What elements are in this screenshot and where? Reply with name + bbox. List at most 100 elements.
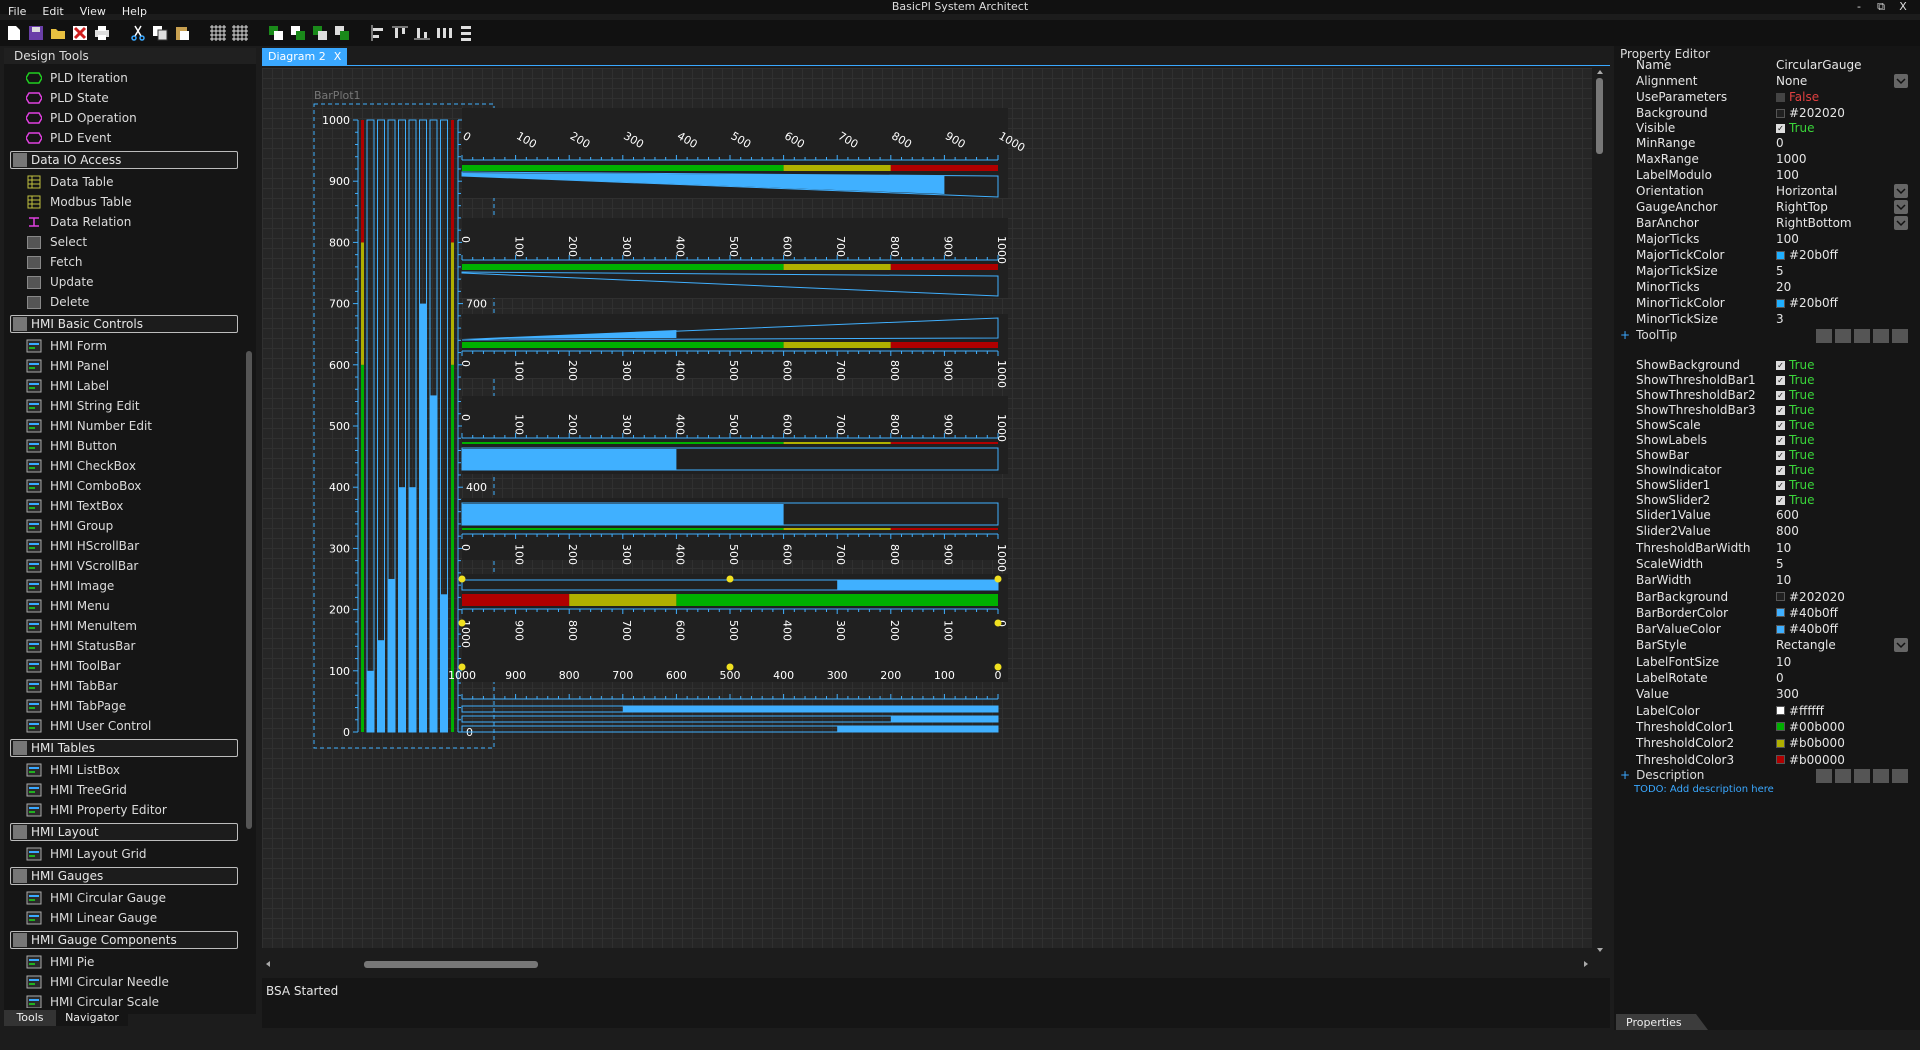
tool-hmi-image[interactable]: HMI Image	[4, 576, 240, 596]
tab-navigator[interactable]: Navigator	[56, 1010, 128, 1026]
barstyle-value[interactable]: Rectangle	[1776, 638, 1836, 652]
labelcolor-color-swatch[interactable]	[1776, 706, 1785, 716]
category-data-io-access[interactable]: Data IO Access	[10, 151, 238, 169]
send-back-icon[interactable]	[290, 25, 306, 41]
property-barwidth[interactable]: BarWidth 10	[1634, 571, 1908, 589]
menu-edit[interactable]: Edit	[34, 5, 71, 19]
open-folder-icon[interactable]	[50, 25, 66, 41]
tool-data-table[interactable]: Data Table	[4, 172, 240, 192]
property-thresholdcolor3[interactable]: ThresholdColor3 #b00000	[1634, 751, 1908, 769]
tool-hmi-menuitem[interactable]: HMI MenuItem	[4, 616, 240, 636]
dropdown-arrow-icon[interactable]	[1894, 184, 1908, 198]
save-icon[interactable]	[28, 25, 44, 41]
minorticks-value[interactable]: 20	[1776, 280, 1791, 294]
property-group-tooltip[interactable]: + ToolTip	[1620, 328, 1908, 344]
align-top-icon[interactable]	[392, 25, 408, 41]
showthresholdbar1-value[interactable]: True	[1789, 373, 1815, 387]
menu-file[interactable]: File	[0, 5, 34, 19]
property-barbackground[interactable]: BarBackground #202020	[1634, 588, 1908, 606]
barbackground-color-swatch[interactable]	[1776, 592, 1785, 601]
showthresholdbar1-checkbox[interactable]: ✓	[1776, 375, 1785, 385]
bring-front-icon[interactable]	[268, 25, 284, 41]
dropdown-arrow-icon[interactable]	[1894, 74, 1908, 88]
tool-hmi-checkbox[interactable]: HMI CheckBox	[4, 456, 240, 476]
tool-modbus-table[interactable]: Modbus Table	[4, 192, 240, 212]
showslider2-value[interactable]: True	[1789, 493, 1815, 507]
category-collapse-icon[interactable]	[13, 317, 27, 331]
showbackground-checkbox[interactable]: ✓	[1776, 360, 1785, 370]
tool-hmi-group[interactable]: HMI Group	[4, 516, 240, 536]
property-group-description[interactable]: + Description	[1620, 768, 1908, 784]
category-hmi-basic-controls[interactable]: HMI Basic Controls	[10, 315, 238, 333]
tool-delete[interactable]: Delete	[4, 292, 240, 312]
tool-hmi-menu[interactable]: HMI Menu	[4, 596, 240, 616]
minimize-button[interactable]: -	[1848, 0, 1870, 14]
thresholdcolor2-value[interactable]: #b0b000	[1789, 736, 1845, 750]
thresholdcolor1-color-swatch[interactable]	[1776, 722, 1785, 732]
tool-hmi-user-control[interactable]: HMI User Control	[4, 716, 240, 736]
background-color-swatch[interactable]	[1776, 108, 1785, 118]
tool-hmi-circular-needle[interactable]: HMI Circular Needle	[4, 972, 240, 992]
tool-hmi-label[interactable]: HMI Label	[4, 376, 240, 396]
property-thresholdcolor1[interactable]: ThresholdColor1 #00b000	[1634, 718, 1908, 736]
tool-hmi-panel[interactable]: HMI Panel	[4, 356, 240, 376]
maximize-button[interactable]: ⧉	[1870, 0, 1892, 14]
category-collapse-icon[interactable]	[13, 933, 27, 947]
background-value[interactable]: #202020	[1789, 106, 1845, 120]
tool-pld-iteration[interactable]: PLD Iteration	[4, 68, 240, 88]
useparameters-checkbox[interactable]	[1776, 92, 1785, 102]
close-document-icon[interactable]	[72, 25, 88, 41]
thresholdcolor1-value[interactable]: #00b000	[1789, 720, 1845, 734]
barvaluecolor-value[interactable]: #40b0ff	[1789, 622, 1838, 636]
majortickcolor-color-swatch[interactable]	[1776, 250, 1785, 260]
labelrotate-value[interactable]: 0	[1776, 671, 1784, 685]
tool-hmi-linear-gauge[interactable]: HMI Linear Gauge	[4, 908, 240, 928]
tool-hmi-circular-scale[interactable]: HMI Circular Scale	[4, 992, 240, 1008]
property-barstyle[interactable]: BarStyle Rectangle	[1634, 636, 1908, 654]
snap-grid-icon[interactable]	[232, 25, 248, 41]
minorticksize-value[interactable]: 3	[1776, 312, 1784, 326]
category-collapse-icon[interactable]	[13, 741, 27, 755]
showbar-value[interactable]: True	[1789, 448, 1815, 462]
description-btn-5[interactable]	[1892, 768, 1908, 783]
baranchor-value[interactable]: RightBottom	[1776, 216, 1852, 230]
tool-update[interactable]: Update	[4, 272, 240, 292]
scalewidth-value[interactable]: 5	[1776, 557, 1784, 571]
orientation-value[interactable]: Horizontal	[1776, 184, 1837, 198]
property-thresholdcolor2[interactable]: ThresholdColor2 #b0b000	[1634, 734, 1908, 752]
name-value[interactable]: CircularGauge	[1776, 58, 1861, 72]
property-barbordercolor[interactable]: BarBorderColor #40b0ff	[1634, 604, 1908, 622]
tooltip-btn-3[interactable]	[1854, 329, 1870, 343]
expand-icon[interactable]: +	[1620, 328, 1630, 342]
property-value[interactable]: Value 300	[1634, 685, 1908, 703]
tool-hmi-treegrid[interactable]: HMI TreeGrid	[4, 780, 240, 800]
tool-data-relation[interactable]: Data Relation	[4, 212, 240, 232]
thresholdcolor3-color-swatch[interactable]	[1776, 755, 1785, 764]
visible-value[interactable]: True	[1789, 121, 1815, 135]
category-hmi-gauges[interactable]: HMI Gauges	[10, 867, 238, 885]
tool-pld-event[interactable]: PLD Event	[4, 128, 240, 148]
description-text[interactable]: TODO: Add description here	[1634, 784, 1774, 795]
tool-hmi-property-editor[interactable]: HMI Property Editor	[4, 800, 240, 820]
align-bottom-icon[interactable]	[414, 25, 430, 41]
tool-hmi-form[interactable]: HMI Form	[4, 336, 240, 356]
tool-hmi-vscrollbar[interactable]: HMI VScrollBar	[4, 556, 240, 576]
showbackground-value[interactable]: True	[1789, 358, 1815, 372]
property-scalewidth[interactable]: ScaleWidth 5	[1634, 555, 1908, 573]
category-collapse-icon[interactable]	[13, 869, 27, 883]
majorticks-value[interactable]: 100	[1776, 232, 1799, 246]
category-collapse-icon[interactable]	[13, 825, 27, 839]
showslider2-checkbox[interactable]: ✓	[1776, 495, 1785, 505]
category-hmi-tables[interactable]: HMI Tables	[10, 739, 238, 757]
copy-icon[interactable]	[152, 25, 168, 41]
value-value[interactable]: 300	[1776, 687, 1799, 701]
property-labelrotate[interactable]: LabelRotate 0	[1634, 669, 1908, 687]
bring-forward-icon[interactable]	[312, 25, 328, 41]
canvas-vscroll-thumb[interactable]	[1596, 78, 1603, 154]
tool-pld-state[interactable]: PLD State	[4, 88, 240, 108]
dropdown-arrow-icon[interactable]	[1894, 216, 1908, 230]
barwidth-value[interactable]: 10	[1776, 573, 1791, 587]
showindicator-checkbox[interactable]: ✓	[1776, 465, 1785, 475]
property-slider2value[interactable]: Slider2Value 800	[1634, 522, 1908, 540]
distribute-horizontal-icon[interactable]	[436, 25, 452, 41]
